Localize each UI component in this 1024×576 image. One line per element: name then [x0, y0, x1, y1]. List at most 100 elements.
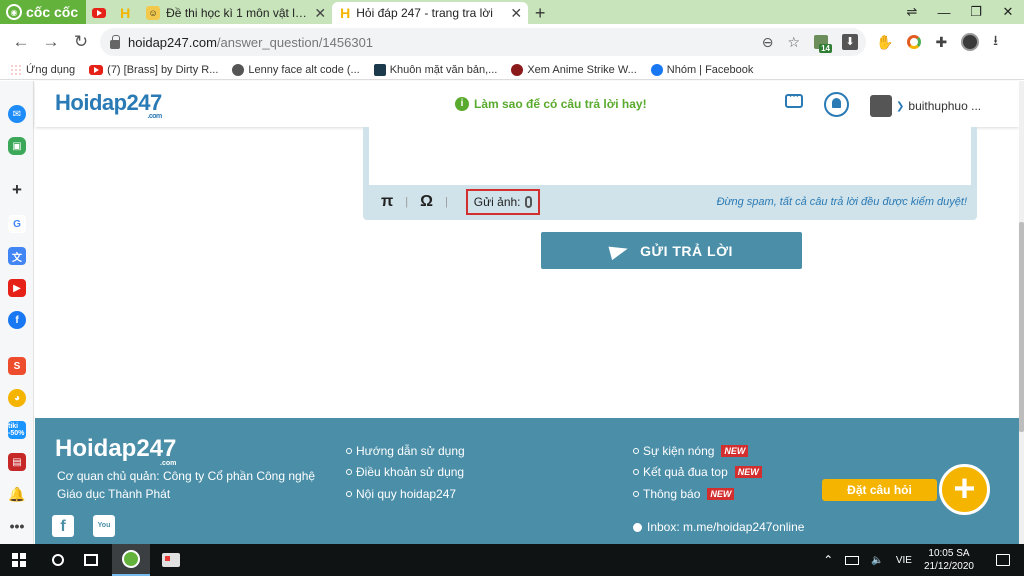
- extension-icon[interactable]: 14: [814, 35, 832, 53]
- spam-warning: Đừng spam, tất cả câu trả lời đều được k…: [716, 196, 967, 208]
- link-guide[interactable]: Hướng dẫn sử dụng: [346, 440, 465, 462]
- input-language[interactable]: VIE: [896, 555, 912, 566]
- answer-editor: π | Ω | Gửi ảnh: Đừng spam, tất cả câu t…: [363, 127, 977, 220]
- close-tab-icon[interactable]: ✕: [314, 5, 326, 22]
- tab-search-icon[interactable]: ⇌: [896, 4, 928, 20]
- translate-icon[interactable]: 文: [8, 247, 26, 265]
- hand-icon[interactable]: ✋: [876, 34, 893, 51]
- tab-exam[interactable]: ☺ Đề thi học kì 1 môn vật lí lớp 7 ✕: [138, 2, 332, 24]
- youtube-icon[interactable]: You Tube: [93, 515, 115, 551]
- submit-answer-button[interactable]: GỬI TRẢ LỜI: [541, 232, 802, 269]
- minimize-icon[interactable]: —: [928, 5, 960, 20]
- gamepad-icon[interactable]: ▣: [8, 137, 26, 155]
- answer-tip-link[interactable]: i Làm sao để có câu trả lời hay!: [455, 97, 647, 111]
- bookmark-khuon-mat[interactable]: Khuôn mặt văn bản,...: [373, 63, 497, 76]
- coccoc-icon: [122, 550, 140, 568]
- bookmarks-bar: Ứng dụng (7) [Brass] by Dirty R... Lenny…: [0, 60, 1024, 80]
- upload-image-button[interactable]: Gửi ảnh:: [465, 189, 540, 215]
- download-box-icon[interactable]: ⬇: [842, 34, 858, 50]
- link-rules[interactable]: Nội quy hoidap247: [346, 483, 465, 505]
- math-formula-button[interactable]: π: [381, 193, 393, 211]
- search-icon[interactable]: [52, 554, 64, 566]
- ask-question-label[interactable]: Đặt câu hỏi: [822, 479, 937, 501]
- bookmark-apps[interactable]: Ứng dụng: [10, 63, 75, 76]
- add-shortcut-icon[interactable]: +: [8, 180, 26, 199]
- close-window-icon[interactable]: ✕: [992, 4, 1024, 20]
- speaker-icon[interactable]: 🔈: [871, 555, 883, 566]
- restore-icon[interactable]: ❐: [960, 4, 992, 20]
- bookmark-lenny[interactable]: Lenny face alt code (...: [232, 63, 360, 76]
- lock-icon[interactable]: [110, 34, 120, 49]
- puzzle-icon[interactable]: ✚: [935, 34, 947, 51]
- site-logo[interactable]: Hoidap247 .com: [55, 90, 162, 120]
- toolbar-extensions: ✋ ✚ ⭳: [876, 24, 998, 60]
- back-arrow-icon[interactable]: ←: [6, 32, 36, 52]
- answer-textarea[interactable]: [369, 127, 971, 185]
- battery-icon[interactable]: [845, 555, 860, 565]
- facebook-icon: [650, 63, 663, 76]
- news-icon[interactable]: ▤: [8, 453, 26, 471]
- bookmark-anime[interactable]: Xem Anime Strike W...: [511, 63, 637, 76]
- task-view-icon[interactable]: [84, 554, 98, 566]
- profile-avatar[interactable]: [961, 33, 980, 51]
- bird-game-icon[interactable]: ◕: [8, 389, 26, 407]
- youtube-icon: [92, 8, 107, 18]
- bookmark-star-icon[interactable]: ☆: [787, 34, 800, 51]
- address-bar[interactable]: hoidap247.com/answer_question/1456301 ⊖ …: [100, 28, 866, 56]
- footer-logo[interactable]: Hoidap247 .com: [55, 435, 176, 467]
- taskbar-coccoc[interactable]: [112, 544, 150, 576]
- youtube-icon[interactable]: ▶: [8, 279, 26, 297]
- browser-tab-strip: ◉ cốc cốc H ☺ Đề thi học kì 1 môn vật lí…: [0, 0, 1024, 24]
- pinned-tab-youtube[interactable]: [86, 2, 112, 24]
- shopee-icon[interactable]: S: [8, 357, 26, 375]
- editor-toolbar: π | Ω | Gửi ảnh: Đừng spam, tất cả câu t…: [363, 187, 977, 217]
- system-tray: ⌃ 🔈 VIE 10:05 SA 21/12/2020: [823, 547, 1024, 573]
- more-options-icon[interactable]: •••: [8, 517, 26, 535]
- zoom-out-icon[interactable]: ⊖: [762, 34, 774, 51]
- link-top-results[interactable]: Kết quả đua top NEW: [633, 462, 762, 484]
- site-icon: [373, 63, 386, 76]
- new-badge: NEW: [721, 444, 749, 457]
- facebook-icon[interactable]: f: [8, 311, 26, 329]
- pinned-tab-hoidap[interactable]: H: [112, 2, 138, 24]
- special-symbol-button[interactable]: Ω: [420, 193, 433, 211]
- windows-start-icon[interactable]: [12, 553, 26, 567]
- link-terms[interactable]: Điều khoản sử dụng: [346, 462, 465, 484]
- coccoc-sidebar: ✉ ▣ + G 文 ▶ f S ◕ tiki -50% ▤ 🔔 •••: [0, 81, 34, 544]
- tab-hoidap-active[interactable]: H Hỏi đáp 247 - trang tra lời ✕: [332, 2, 529, 24]
- site-footer: Hoidap247 .com Cơ quan chủ quản: Công ty…: [35, 418, 1019, 551]
- chrome-extension-icon[interactable]: [907, 35, 922, 49]
- browser-toolbar: ← → ↻ hoidap247.com/answer_question/1456…: [0, 24, 1024, 60]
- bookmark-facebook[interactable]: Nhóm | Facebook: [650, 63, 753, 76]
- messenger-icon[interactable]: ✉: [8, 105, 26, 123]
- notification-center-icon[interactable]: [996, 554, 1010, 566]
- link-announcements[interactable]: Thông báo NEW: [633, 483, 762, 505]
- chevron-up-icon[interactable]: ⌃: [823, 553, 833, 567]
- divider: |: [405, 196, 409, 208]
- google-icon[interactable]: G: [8, 215, 26, 233]
- close-tab-icon[interactable]: ✕: [510, 5, 522, 22]
- bookmark-brass[interactable]: (7) [Brass] by Dirty R...: [89, 64, 218, 76]
- new-tab-button[interactable]: +: [528, 2, 552, 24]
- scrollbar-thumb[interactable]: [1019, 222, 1024, 432]
- url-text: hoidap247.com/answer_question/1456301: [128, 34, 374, 50]
- clock[interactable]: 10:05 SA 21/12/2020: [924, 547, 974, 573]
- notification-bell-icon[interactable]: 🔔: [8, 485, 26, 503]
- coccoc-menu-button[interactable]: ◉ cốc cốc: [0, 0, 87, 24]
- chevron-down-icon: ❯: [896, 100, 905, 112]
- inbox-link[interactable]: Inbox: m.me/hoidap247online: [633, 520, 804, 534]
- user-menu[interactable]: ❯ buithuphuo ...: [870, 95, 981, 117]
- youtube-icon: [89, 64, 104, 75]
- tiki-icon[interactable]: tiki -50%: [8, 421, 26, 439]
- reload-icon[interactable]: ↻: [66, 32, 96, 52]
- forward-arrow-icon[interactable]: →: [36, 32, 66, 52]
- facebook-icon[interactable]: f: [52, 515, 74, 537]
- download-icon[interactable]: ⭳: [993, 30, 998, 54]
- taskbar-app[interactable]: [152, 544, 190, 576]
- ask-question-button[interactable]: +: [939, 464, 990, 515]
- chat-icon[interactable]: [785, 91, 803, 108]
- windows-taskbar: ⌃ 🔈 VIE 10:05 SA 21/12/2020: [0, 544, 1024, 576]
- link-hot-events[interactable]: Sự kiện nóng NEW: [633, 440, 762, 462]
- bell-icon[interactable]: [824, 92, 849, 117]
- browser-brand: cốc cốc: [26, 4, 79, 20]
